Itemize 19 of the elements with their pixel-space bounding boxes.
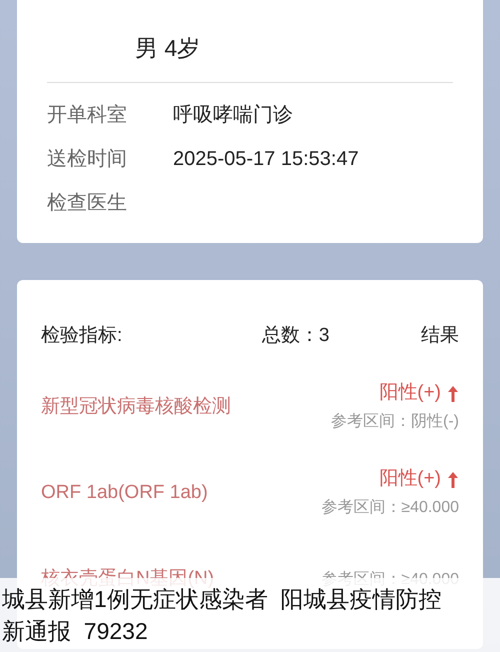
caption-text: 新通报 79232: [2, 617, 149, 646]
patient-summary: 男 4岁: [135, 34, 200, 63]
caption-text: 城县新增1例无症状感染者 阳城县疫情防控: [2, 586, 443, 614]
total-count: 总数：3: [262, 324, 330, 348]
test-result: 阳性(+): [379, 467, 441, 492]
info-label: 开单科室: [47, 103, 128, 128]
test-name: ORF 1ab(ORF 1ab): [41, 480, 209, 504]
info-value: 呼吸哮喘门诊: [173, 103, 293, 128]
reference-range: 参考区间：≥40.000: [321, 570, 459, 588]
tests-title: 检验指标:: [41, 324, 122, 348]
info-label: 送检时间: [47, 147, 128, 172]
test-name: 新型冠状病毒核酸检测: [41, 394, 232, 418]
info-value: 2025-05-17 15:53:47: [173, 147, 359, 172]
reference-range: 参考区间：≥40.000: [321, 498, 459, 518]
test-name: 核衣壳蛋白N基因(N): [41, 566, 214, 588]
result-heading: 结果: [420, 324, 459, 348]
info-label: 检查医生: [47, 191, 128, 216]
test-result: 阳性(+): [379, 381, 441, 406]
reference-range: 参考区间：阴性(-): [331, 412, 459, 432]
